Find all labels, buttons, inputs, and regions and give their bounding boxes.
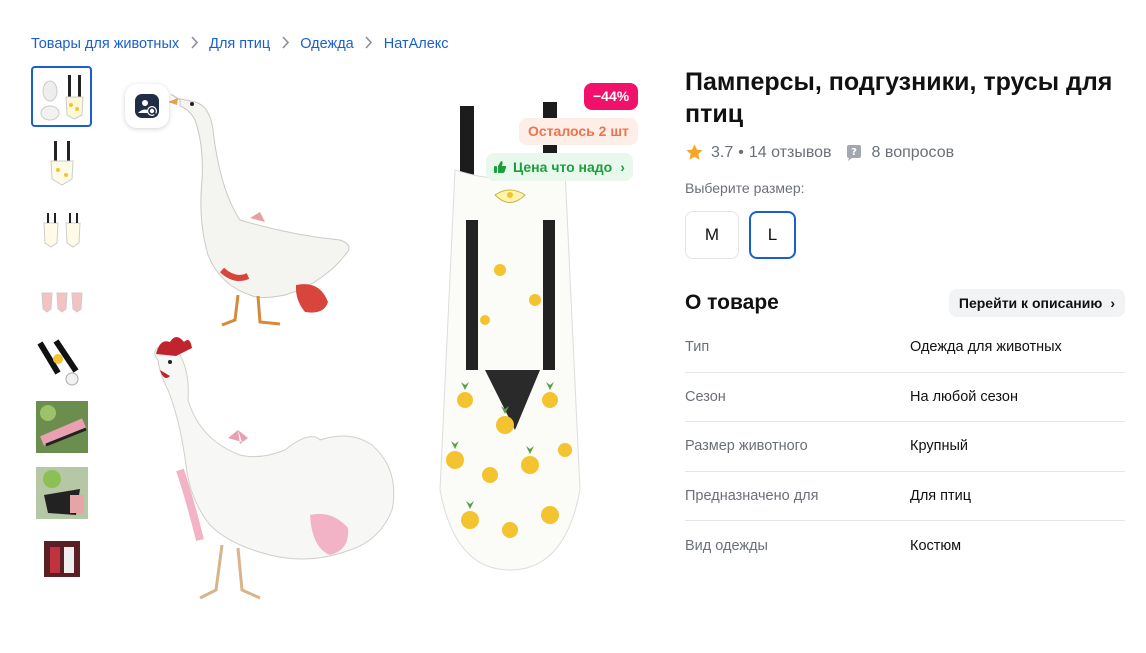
rooster-illustration xyxy=(154,337,395,600)
spec-table: Тип Одежда для животных Сезон На любой с… xyxy=(685,323,1125,571)
rating-separator: • xyxy=(738,143,744,161)
spec-row: Тип Одежда для животных xyxy=(685,323,1125,373)
product-title: Памперсы, подгузники, трусы для птиц xyxy=(685,68,1113,128)
reviews-link[interactable]: 14 отзывов xyxy=(749,144,832,162)
size-option-l[interactable]: L xyxy=(749,211,796,259)
spec-value: На любой сезон xyxy=(910,388,1018,405)
thumbnail-list xyxy=(31,66,93,594)
spec-value: Крупный xyxy=(910,438,968,455)
thumbnail-image xyxy=(36,338,78,385)
thumbnail-8[interactable] xyxy=(31,528,92,589)
spec-name: Предназначено для xyxy=(685,487,819,504)
spec-row: Сезон На любой сезон xyxy=(685,373,1125,422)
good-price-badge[interactable]: Цена что надо › xyxy=(486,153,633,181)
thumbnail-image xyxy=(49,140,74,186)
image-search-icon xyxy=(135,94,159,118)
breadcrumb: Товары для животных Для птиц Одежда НатА… xyxy=(31,35,449,52)
size-label: Выберите размер: xyxy=(685,180,805,196)
thumbnail-6[interactable] xyxy=(31,396,92,457)
goto-description-label: Перейти к описанию xyxy=(958,295,1103,311)
about-title: О товаре xyxy=(685,291,779,314)
image-search-button[interactable] xyxy=(125,84,169,128)
thumbnail-image xyxy=(43,540,80,577)
spec-value: Для птиц xyxy=(910,487,972,504)
questions-link[interactable]: 8 вопросов xyxy=(872,144,955,162)
svg-text:?: ? xyxy=(851,147,857,158)
discount-badge: −44% xyxy=(584,83,639,110)
size-option-m[interactable]: M xyxy=(685,211,739,259)
thumbnail-image xyxy=(35,400,88,453)
question-bubble-icon: ? xyxy=(846,144,861,161)
chevron-right-icon: › xyxy=(620,159,625,175)
about-header: О товаре Перейти к описанию › xyxy=(685,289,1125,317)
star-icon xyxy=(686,144,703,160)
breadcrumb-brand[interactable]: НатАлекс xyxy=(384,36,449,52)
spec-name: Сезон xyxy=(685,388,726,405)
chevron-right-icon xyxy=(354,35,384,52)
thumbnail-4[interactable] xyxy=(31,264,92,325)
good-price-label: Цена что надо xyxy=(513,159,613,175)
chevron-right-icon xyxy=(179,35,209,52)
thumbs-up-icon xyxy=(494,161,507,173)
spec-row: Размер животного Крупный xyxy=(685,422,1125,472)
thumbnail-image xyxy=(40,74,84,120)
goto-description-button[interactable]: Перейти к описанию › xyxy=(948,289,1125,317)
breadcrumb-pet-goods[interactable]: Товары для животных xyxy=(31,36,179,52)
spec-name: Размер животного xyxy=(685,438,808,455)
stock-left-badge: Осталось 2 шт xyxy=(519,118,638,145)
rating-row: 3.7 • 14 отзывов ? 8 вопросов xyxy=(685,143,1125,162)
spec-row: Вид одежды Костюм xyxy=(685,521,1125,571)
product-info: Памперсы, подгузники, трусы для птиц 3.7… xyxy=(685,66,1125,571)
breadcrumb-for-birds[interactable]: Для птиц xyxy=(209,36,270,52)
chevron-right-icon xyxy=(270,35,300,52)
spec-value: Одежда для животных xyxy=(910,339,1062,356)
chevron-right-icon: › xyxy=(1110,295,1115,311)
spec-row: Предназначено для Для птиц xyxy=(685,472,1125,521)
thumbnail-image xyxy=(42,212,81,248)
size-selector: M L xyxy=(685,211,1125,259)
thumbnail-3[interactable] xyxy=(31,198,92,259)
thumbnail-1[interactable] xyxy=(31,66,92,127)
product-gallery: −44% Осталось 2 шт Цена что надо › xyxy=(110,70,650,630)
thumbnail-image xyxy=(35,466,88,519)
spec-value: Костюм xyxy=(910,537,962,554)
rating-value[interactable]: 3.7 xyxy=(711,144,733,162)
spec-name: Вид одежды xyxy=(685,537,768,554)
thumbnail-2[interactable] xyxy=(31,132,92,193)
thumbnail-image xyxy=(40,292,83,313)
thumbnail-7[interactable] xyxy=(31,462,92,523)
spec-name: Тип xyxy=(685,339,710,356)
goose-illustration xyxy=(168,94,350,327)
breadcrumb-clothes[interactable]: Одежда xyxy=(300,36,354,52)
thumbnail-5[interactable] xyxy=(31,330,92,391)
